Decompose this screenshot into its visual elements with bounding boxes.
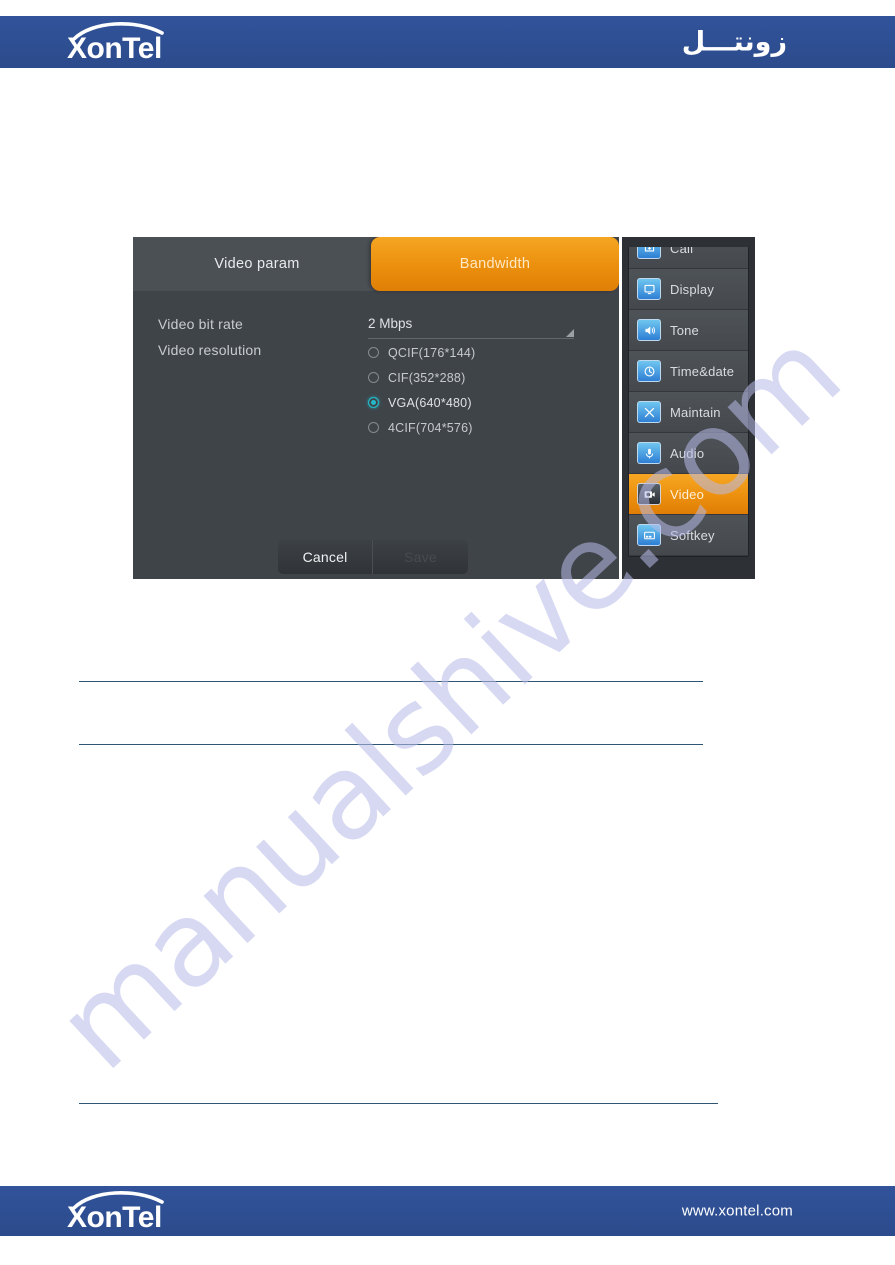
menu-item-video-label: Video bbox=[670, 486, 705, 502]
video-bit-rate-value: 2 Mbps bbox=[368, 316, 413, 331]
content-divider-bottom bbox=[79, 1103, 718, 1104]
softkey-icon bbox=[637, 524, 661, 546]
dialog-body: Video bit rate 2 Mbps Video resolution Q… bbox=[133, 291, 619, 526]
tab-bandwidth-label: Bandwidth bbox=[459, 256, 531, 272]
video-bit-rate-row: Video bit rate 2 Mbps bbox=[158, 314, 602, 339]
radio-icon bbox=[368, 347, 379, 358]
radio-qcif-label: QCIF(176*144) bbox=[388, 345, 476, 360]
radio-4cif[interactable]: 4CIF(704*576) bbox=[368, 415, 598, 440]
device-settings-screenshot: Video param Bandwidth Video bit rate 2 M… bbox=[133, 237, 755, 579]
save-button[interactable]: Save bbox=[373, 540, 468, 574]
menu-item-display[interactable]: Display bbox=[629, 269, 748, 310]
chevron-down-icon bbox=[566, 329, 574, 337]
menu-item-display-label: Display bbox=[670, 281, 715, 297]
dialog-actions: Cancel Save bbox=[278, 540, 468, 574]
video-resolution-label: Video resolution bbox=[158, 342, 262, 358]
radio-qcif[interactable]: QCIF(176*144) bbox=[368, 340, 598, 365]
xontel-logo: XonTel bbox=[66, 22, 191, 62]
radio-icon bbox=[368, 422, 379, 433]
video-settings-dialog: Video param Bandwidth Video bit rate 2 M… bbox=[133, 237, 619, 579]
video-resolution-row: Video resolution QCIF(176*144) CIF(352*2… bbox=[158, 340, 602, 440]
radio-vga[interactable]: VGA(640*480) bbox=[368, 390, 598, 415]
menu-item-video[interactable]: Video bbox=[629, 474, 748, 515]
xontel-logo-footer: XonTel bbox=[66, 1191, 191, 1231]
menu-item-call-label: Call bbox=[670, 247, 694, 256]
arabic-brand-text: زونتـــل bbox=[681, 26, 787, 58]
audio-icon bbox=[637, 442, 661, 464]
settings-menu-scroll[interactable]: Call Display Tone Time&date Maintain Aud… bbox=[628, 247, 749, 569]
dialog-tabstrip: Video param Bandwidth bbox=[133, 237, 619, 291]
tab-video-param-label: Video param bbox=[214, 256, 300, 272]
content-divider-top bbox=[79, 681, 703, 682]
menu-item-softkey[interactable]: Softkey bbox=[629, 515, 748, 556]
menu-item-time-date-label: Time&date bbox=[670, 363, 735, 379]
page-footer: XonTel www.xontel.com bbox=[0, 1186, 895, 1236]
tab-bandwidth[interactable]: Bandwidth bbox=[371, 237, 619, 291]
menu-item-maintain-label: Maintain bbox=[670, 404, 721, 420]
svg-text:XonTel: XonTel bbox=[67, 1201, 162, 1231]
maintain-icon bbox=[637, 401, 661, 423]
settings-menu-panel: Call Display Tone Time&date Maintain Aud… bbox=[622, 237, 755, 579]
tone-icon bbox=[637, 319, 661, 341]
settings-menu-list: Call Display Tone Time&date Maintain Aud… bbox=[628, 247, 749, 557]
page-header: XonTel زونتـــل bbox=[0, 16, 895, 68]
tab-video-param[interactable]: Video param bbox=[133, 237, 381, 291]
video-resolution-radio-group: QCIF(176*144) CIF(352*288) VGA(640*480) … bbox=[368, 340, 598, 440]
content-divider-middle bbox=[79, 744, 703, 745]
menu-item-audio-label: Audio bbox=[670, 445, 705, 461]
video-icon bbox=[637, 483, 661, 505]
menu-item-call[interactable]: Call bbox=[629, 247, 748, 269]
svg-text:XonTel: XonTel bbox=[67, 32, 162, 62]
call-icon bbox=[637, 247, 661, 259]
display-icon bbox=[637, 278, 661, 300]
cancel-button[interactable]: Cancel bbox=[278, 540, 373, 574]
clock-icon bbox=[637, 360, 661, 382]
radio-selected-icon bbox=[368, 397, 379, 408]
menu-item-tone[interactable]: Tone bbox=[629, 310, 748, 351]
radio-cif[interactable]: CIF(352*288) bbox=[368, 365, 598, 390]
menu-item-tone-label: Tone bbox=[670, 322, 699, 338]
radio-icon bbox=[368, 372, 379, 383]
video-bit-rate-dropdown[interactable]: 2 Mbps bbox=[368, 314, 574, 339]
footer-website-link[interactable]: www.xontel.com bbox=[682, 1203, 793, 1220]
radio-cif-label: CIF(352*288) bbox=[388, 370, 466, 385]
menu-item-softkey-label: Softkey bbox=[670, 527, 715, 543]
menu-item-time-date[interactable]: Time&date bbox=[629, 351, 748, 392]
radio-4cif-label: 4CIF(704*576) bbox=[388, 420, 473, 435]
menu-item-audio[interactable]: Audio bbox=[629, 433, 748, 474]
video-bit-rate-label: Video bit rate bbox=[158, 316, 244, 332]
radio-vga-label: VGA(640*480) bbox=[388, 395, 472, 410]
menu-item-maintain[interactable]: Maintain bbox=[629, 392, 748, 433]
